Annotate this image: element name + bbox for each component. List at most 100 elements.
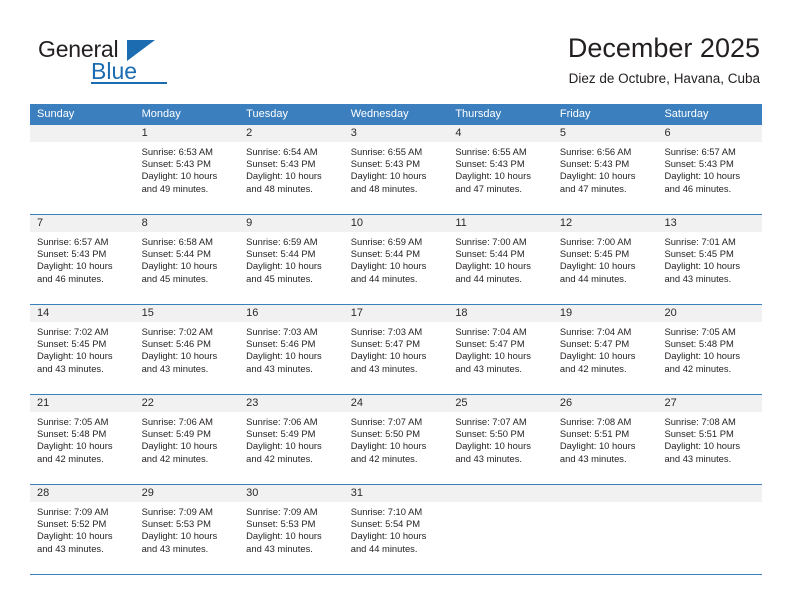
day-sunset-text: Sunset: 5:43 PM (559, 158, 630, 170)
day-daylight-line2-text: and 42 minutes. (37, 452, 104, 464)
calendar-day-cell[interactable]: 26 Sunrise: 7:08 AM Sunset: 5:51 PM Dayligh… (552, 395, 658, 484)
day-sunset-text: Sunset: 5:53 PM (246, 518, 316, 530)
day-daylight-line1-text: Daylight: 10 hours (246, 260, 322, 272)
day-daylight-line2-text: and 47 minutes. (455, 182, 523, 194)
calendar-day-cell[interactable]: 19 Sunrise: 7:04 AM Sunset: 5:47 PM Dayligh… (552, 305, 658, 394)
calendar-week-row: 21 Sunrise: 7:05 AM Sunset: 5:48 PM Dayligh… (30, 395, 763, 485)
day-details: Sunrise: 7:01 AM Sunset: 5:45 PM Daylight:… (657, 232, 762, 285)
page-title: December 2025 (567, 33, 760, 63)
calendar-day-cell[interactable]: 7 Sunrise: 6:57 AM Sunset: 5:43 PM Daylight… (30, 215, 135, 304)
page-header: General Blue December 2025 Diez de Octub… (0, 0, 792, 100)
day-sunrise-text: Sunrise: 7:08 AM (559, 416, 632, 427)
day-daylight-line2-text: and 48 minutes. (350, 182, 418, 194)
calendar-day-cell[interactable]: 6 Sunrise: 6:57 AM Sunset: 5:43 PM Daylight… (657, 125, 763, 214)
day-sunrise-text: Sunrise: 7:00 AM (559, 236, 632, 247)
day-details: Sunrise: 7:09 AM Sunset: 5:52 PM Daylight:… (30, 502, 135, 555)
calendar-day-cell[interactable]: 24 Sunrise: 7:07 AM Sunset: 5:50 PM Dayligh… (343, 395, 449, 484)
calendar-day-cell[interactable]: 4 Sunrise: 6:55 AM Sunset: 5:43 PM Daylight… (448, 125, 553, 214)
calendar-day-cell[interactable]: 2 Sunrise: 6:54 AM Sunset: 5:43 PM Daylight… (239, 125, 344, 214)
day-sunrise-text: Sunrise: 7:03 AM (246, 326, 318, 337)
calendar-day-cell[interactable]: 17 Sunrise: 7:03 AM Sunset: 5:47 PM Dayligh… (343, 305, 449, 394)
day-number: 23 (239, 395, 344, 412)
day-sunset-text: Sunset: 5:44 PM (246, 248, 316, 260)
day-sunrise-text: Sunrise: 7:05 AM (37, 416, 109, 427)
day-daylight-line1-text: Daylight: 10 hours (455, 440, 531, 452)
day-sunrise-text: Sunrise: 7:04 AM (559, 326, 632, 337)
day-number (30, 125, 135, 142)
calendar-day-cell[interactable]: 15 Sunrise: 7:02 AM Sunset: 5:46 PM Dayligh… (134, 305, 240, 394)
calendar-day-cell[interactable]: 3 Sunrise: 6:55 AM Sunset: 5:43 PM Daylight… (343, 125, 449, 214)
calendar-day-cell[interactable]: 8 Sunrise: 6:58 AM Sunset: 5:44 PM Daylight… (134, 215, 240, 304)
day-daylight-line2-text: and 43 minutes. (559, 452, 627, 464)
day-daylight-line1-text: Daylight: 10 hours (141, 170, 218, 182)
calendar-day-cell[interactable]: 13 Sunrise: 7:01 AM Sunset: 5:45 PM Dayligh… (657, 215, 763, 304)
calendar-day-cell[interactable]: 5 Sunrise: 6:56 AM Sunset: 5:43 PM Daylight… (552, 125, 658, 214)
day-number: 2 (239, 125, 344, 142)
calendar-day-cell[interactable]: 23 Sunrise: 7:06 AM Sunset: 5:49 PM Dayligh… (239, 395, 344, 484)
day-daylight-line2-text: and 43 minutes. (664, 272, 732, 284)
calendar-day-cell[interactable]: 22 Sunrise: 7:06 AM Sunset: 5:49 PM Dayligh… (134, 395, 240, 484)
day-daylight-line2-text: and 43 minutes. (246, 542, 313, 554)
day-details: Sunrise: 7:00 AM Sunset: 5:44 PM Daylight:… (448, 232, 553, 285)
calendar-day-cell[interactable]: 12 Sunrise: 7:00 AM Sunset: 5:45 PM Dayligh… (552, 215, 658, 304)
day-daylight-line2-text: and 42 minutes. (246, 452, 313, 464)
calendar-day-cell[interactable]: 25 Sunrise: 7:07 AM Sunset: 5:50 PM Dayligh… (448, 395, 553, 484)
calendar-day-cell[interactable]: 16 Sunrise: 7:03 AM Sunset: 5:46 PM Dayligh… (239, 305, 344, 394)
day-daylight-line2-text: and 43 minutes. (246, 362, 313, 374)
day-details: Sunrise: 7:07 AM Sunset: 5:50 PM Daylight:… (344, 412, 449, 465)
logo-underline (91, 82, 167, 84)
day-number: 16 (239, 305, 344, 322)
day-sunrise-text: Sunrise: 6:54 AM (246, 146, 318, 157)
day-sunrise-text: Sunrise: 7:07 AM (455, 416, 527, 427)
day-daylight-line1-text: Daylight: 10 hours (664, 350, 741, 362)
day-sunrise-text: Sunrise: 6:57 AM (37, 236, 109, 247)
weekday-header-monday: Monday (141, 108, 181, 120)
calendar-day-cell[interactable]: 18 Sunrise: 7:04 AM Sunset: 5:47 PM Dayligh… (448, 305, 553, 394)
calendar-day-cell[interactable]: 27 Sunrise: 7:08 AM Sunset: 5:51 PM Dayligh… (657, 395, 763, 484)
calendar-day-cell[interactable]: 14 Sunrise: 7:02 AM Sunset: 5:45 PM Dayligh… (30, 305, 135, 394)
calendar-page: General Blue December 2025 Diez de Octub… (0, 0, 792, 612)
day-sunset-text: Sunset: 5:45 PM (559, 248, 630, 260)
calendar-day-cell[interactable]: 31 Sunrise: 7:10 AM Sunset: 5:54 PM Dayligh… (343, 485, 449, 574)
day-number: 4 (448, 125, 553, 142)
calendar-day-cell[interactable]: 11 Sunrise: 7:00 AM Sunset: 5:44 PM Dayligh… (448, 215, 553, 304)
day-sunset-text: Sunset: 5:43 PM (141, 158, 211, 170)
calendar-day-cell[interactable]: 28 Sunrise: 7:09 AM Sunset: 5:52 PM Dayligh… (30, 485, 135, 574)
day-details: Sunrise: 6:58 AM Sunset: 5:44 PM Daylight:… (135, 232, 240, 285)
day-number: 9 (239, 215, 344, 232)
day-sunset-text: Sunset: 5:46 PM (246, 338, 316, 350)
day-details: Sunrise: 6:54 AM Sunset: 5:43 PM Daylight:… (239, 142, 344, 195)
weekday-header-saturday: Saturday (664, 108, 709, 120)
day-sunrise-text: Sunrise: 7:05 AM (664, 326, 736, 337)
day-sunset-text: Sunset: 5:51 PM (664, 428, 734, 440)
day-sunrise-text: Sunrise: 6:57 AM (664, 146, 736, 157)
calendar-day-cell[interactable]: 30 Sunrise: 7:09 AM Sunset: 5:53 PM Dayligh… (239, 485, 344, 574)
day-sunrise-text: Sunrise: 7:02 AM (141, 326, 213, 337)
weekday-header-row: Sunday Monday Tuesday Wednesday Thursday Frid… (30, 104, 762, 125)
day-number: 6 (657, 125, 763, 142)
calendar-day-cell[interactable]: 1 Sunrise: 6:53 AM Sunset: 5:43 PM Daylight… (134, 125, 240, 214)
day-details: Sunrise: 7:08 AM Sunset: 5:51 PM Daylight:… (657, 412, 762, 465)
day-number: 5 (552, 125, 658, 142)
calendar-day-cell[interactable]: 20 Sunrise: 7:05 AM Sunset: 5:48 PM Dayligh… (657, 305, 763, 394)
day-daylight-line2-text: and 42 minutes. (559, 362, 627, 374)
day-details: Sunrise: 7:05 AM Sunset: 5:48 PM Daylight:… (657, 322, 762, 375)
day-sunset-text: Sunset: 5:46 PM (141, 338, 211, 350)
calendar-day-cell[interactable]: 9 Sunrise: 6:59 AM Sunset: 5:44 PM Daylight… (239, 215, 344, 304)
day-details: Sunrise: 7:10 AM Sunset: 5:54 PM Daylight:… (344, 502, 449, 555)
weekday-header-sunday: Sunday (37, 108, 75, 120)
day-daylight-line1-text: Daylight: 10 hours (350, 260, 427, 272)
day-sunset-text: Sunset: 5:43 PM (37, 248, 107, 260)
day-daylight-line2-text: and 43 minutes. (664, 452, 732, 464)
calendar-grid: Sunday Monday Tuesday Wednesday Thursday Frid… (30, 104, 763, 575)
day-sunset-text: Sunset: 5:53 PM (141, 518, 211, 530)
day-daylight-line2-text: and 44 minutes. (559, 272, 627, 284)
day-sunrise-text: Sunrise: 6:59 AM (350, 236, 423, 247)
day-daylight-line1-text: Daylight: 10 hours (246, 530, 322, 542)
calendar-day-cell[interactable]: 10 Sunrise: 6:59 AM Sunset: 5:44 PM Dayligh… (343, 215, 449, 304)
calendar-day-cell[interactable]: 29 Sunrise: 7:09 AM Sunset: 5:53 PM Dayligh… (134, 485, 240, 574)
day-daylight-line1-text: Daylight: 10 hours (141, 260, 218, 272)
day-sunrise-text: Sunrise: 7:10 AM (350, 506, 423, 517)
calendar-day-cell-empty (448, 485, 553, 574)
calendar-day-cell[interactable]: 21 Sunrise: 7:05 AM Sunset: 5:48 PM Dayligh… (30, 395, 135, 484)
